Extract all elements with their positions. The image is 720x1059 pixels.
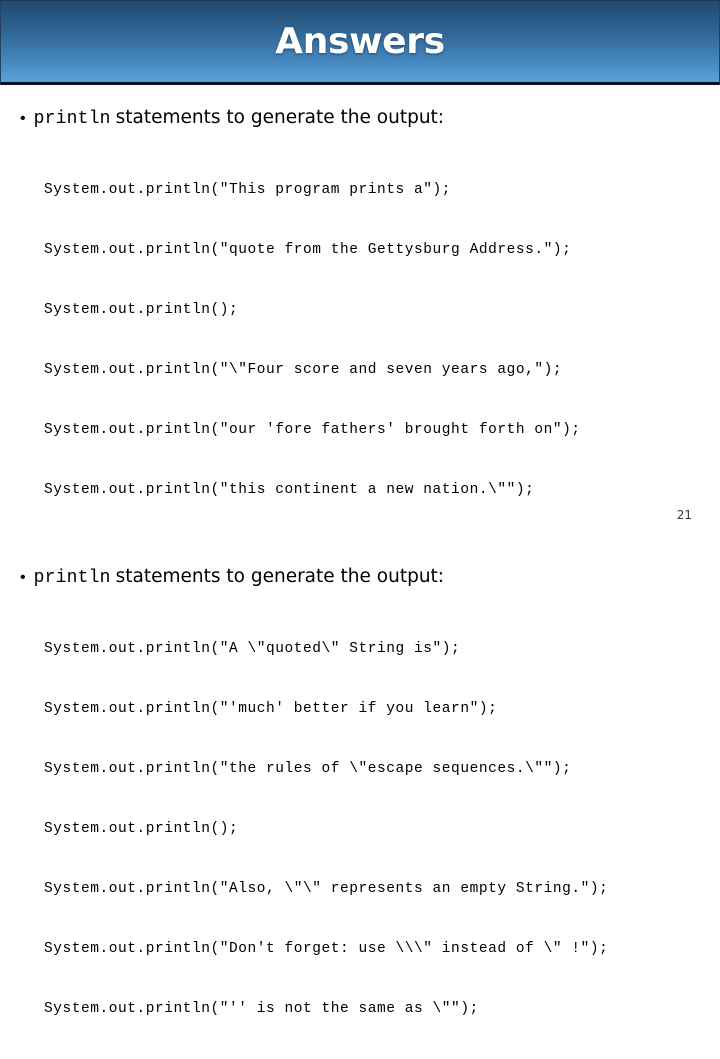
bullet-item-2: • println statements to generate the out… <box>0 566 720 588</box>
bullet-marker-icon: • <box>20 569 26 586</box>
bullet-marker-icon: • <box>20 110 26 127</box>
code-line: System.out.println("Don't forget: use \\… <box>44 941 609 957</box>
page-title: Answers <box>275 21 445 62</box>
code-line: System.out.println("\"Four score and sev… <box>44 362 563 378</box>
code-line: System.out.println(); <box>44 302 239 318</box>
code-line: System.out.println("A \"quoted\" String … <box>44 641 461 657</box>
bullet-1-code-term: println <box>33 109 111 129</box>
bullet-1-label: statements to generate the output: <box>115 107 445 128</box>
slide-header-banner: Answers <box>0 0 720 85</box>
bullet-2-label: statements to generate the output: <box>115 566 445 587</box>
page-number: 21 <box>676 508 692 522</box>
code-line: System.out.println("Also, \"\" represent… <box>44 881 609 897</box>
code-line: System.out.println("This program prints … <box>44 182 452 198</box>
code-line: System.out.println(); <box>44 821 239 837</box>
code-line: System.out.println("the rules of \"escap… <box>44 761 572 777</box>
code-block-2: System.out.println("A \"quoted\" String … <box>0 599 720 1059</box>
code-line: System.out.println("'' is not the same a… <box>44 1001 479 1017</box>
code-line: System.out.println("'much' better if you… <box>44 701 498 717</box>
slide-body: • println statements to generate the out… <box>0 85 720 1017</box>
code-line: System.out.println("this continent a new… <box>44 482 535 498</box>
bullet-2-code-term: println <box>33 568 111 588</box>
code-line: System.out.println("our 'fore fathers' b… <box>44 422 581 438</box>
bullet-item-1: • println statements to generate the out… <box>0 107 720 129</box>
code-block-1: System.out.println("This program prints … <box>0 140 720 540</box>
code-line: System.out.println("quote from the Getty… <box>44 242 572 258</box>
